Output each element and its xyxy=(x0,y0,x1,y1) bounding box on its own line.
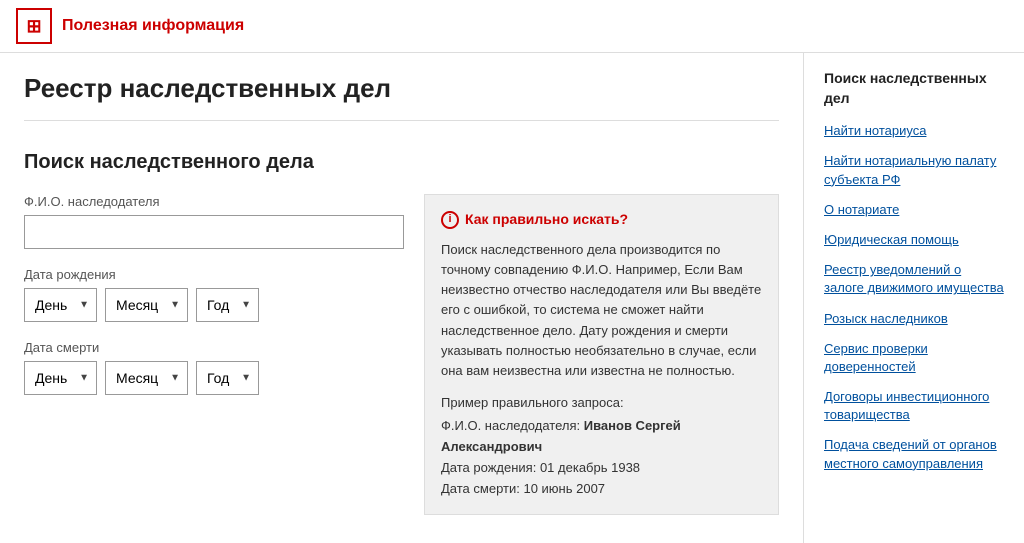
info-box: i Как правильно искать? Поиск наследстве… xyxy=(424,194,779,515)
left-content: Реестр наследственных дел Поиск наследст… xyxy=(0,53,804,543)
sidebar-link-pledge[interactable]: Реестр уведомлений о залоге движимого им… xyxy=(824,261,1004,297)
info-box-title: Как правильно искать? xyxy=(465,209,628,230)
death-date-label: Дата смерти xyxy=(24,340,404,355)
header-title: Полезная информация xyxy=(62,17,244,35)
sidebar-link-legal-help[interactable]: Юридическая помощь xyxy=(824,231,1004,249)
info-example-name-label: Ф.И.О. наследодателя: xyxy=(441,418,580,433)
birth-date-label: Дата рождения xyxy=(24,267,404,282)
sidebar-link-local-gov[interactable]: Подача сведений от органов местного само… xyxy=(824,436,1004,472)
birth-month-wrapper: Месяц xyxy=(105,288,188,322)
sidebar-link-heir-search[interactable]: Розыск наследников xyxy=(824,310,1004,328)
info-box-body: Поиск наследственного дела производится … xyxy=(441,240,762,381)
right-sidebar: Поиск наследственных дел Найти нотариуса… xyxy=(804,53,1024,543)
death-year-select[interactable]: Год xyxy=(196,361,259,395)
logo-box: ⊞ Полезная информация xyxy=(16,8,244,44)
info-example-death-value: 10 июнь 2007 xyxy=(523,481,605,496)
info-example-name-line: Ф.И.О. наследодателя: Иванов Сергей Алек… xyxy=(441,416,762,458)
info-example-birth-label: Дата рождения: xyxy=(441,460,536,475)
sidebar-section-title: Поиск наследственных дел xyxy=(824,69,1004,108)
birth-year-select[interactable]: Год xyxy=(196,288,259,322)
sidebar-link-investment[interactable]: Договоры инвестиционного товарищества xyxy=(824,388,1004,424)
sidebar-link-notariat[interactable]: О нотариате xyxy=(824,201,1004,219)
birth-day-select[interactable]: День xyxy=(24,288,97,322)
info-icon: i xyxy=(441,211,459,229)
birth-day-wrapper: День xyxy=(24,288,97,322)
sidebar-link-poa-check[interactable]: Сервис проверки доверенностей xyxy=(824,340,1004,376)
death-date-selects: День Месяц Год xyxy=(24,361,404,395)
birth-year-wrapper: Год xyxy=(196,288,259,322)
info-example-birth-value: 01 декабрь 1938 xyxy=(540,460,640,475)
info-example-birth-line: Дата рождения: 01 декабрь 1938 xyxy=(441,458,762,479)
form-area: Ф.И.О. наследодателя Дата рождения День … xyxy=(24,194,779,515)
info-box-header: i Как правильно искать? xyxy=(441,209,762,230)
sidebar-link-notary-chamber[interactable]: Найти нотариальную палату субъекта РФ xyxy=(824,152,1004,188)
death-month-wrapper: Месяц xyxy=(105,361,188,395)
death-day-wrapper: День xyxy=(24,361,97,395)
top-header: ⊞ Полезная информация xyxy=(0,0,1024,53)
main-layout: Реестр наследственных дел Поиск наследст… xyxy=(0,53,1024,543)
death-day-select[interactable]: День xyxy=(24,361,97,395)
info-example-death-line: Дата смерти: 10 июнь 2007 xyxy=(441,479,762,500)
sidebar-link-notary[interactable]: Найти нотариуса xyxy=(824,122,1004,140)
death-year-wrapper: Год xyxy=(196,361,259,395)
logo-icon: ⊞ xyxy=(16,8,52,44)
page-title: Реестр наследственных дел xyxy=(24,73,779,121)
section-title: Поиск наследственного дела xyxy=(24,151,779,174)
birth-date-selects: День Месяц Год xyxy=(24,288,404,322)
name-label: Ф.И.О. наследодателя xyxy=(24,194,404,209)
birth-month-select[interactable]: Месяц xyxy=(105,288,188,322)
form-left: Ф.И.О. наследодателя Дата рождения День … xyxy=(24,194,404,515)
name-input[interactable] xyxy=(24,215,404,249)
info-example-title: Пример правильного запроса: xyxy=(441,393,762,413)
death-month-select[interactable]: Месяц xyxy=(105,361,188,395)
info-example-death-label: Дата смерти: xyxy=(441,481,520,496)
